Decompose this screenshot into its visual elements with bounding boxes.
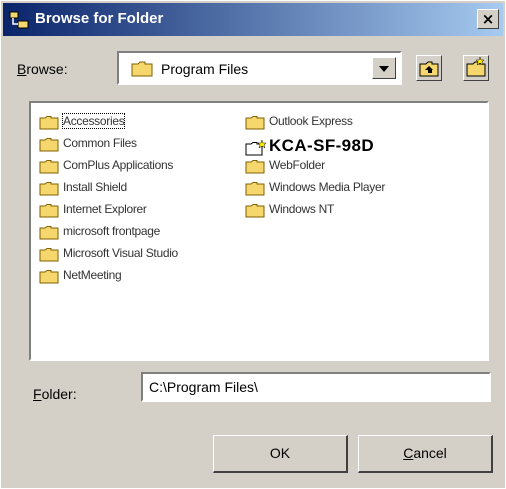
folder-icon [39, 138, 59, 155]
browse-label: Browse: [17, 61, 68, 77]
folder-icon [39, 182, 59, 199]
folder-icon [39, 248, 59, 265]
folder-icon [39, 204, 59, 221]
folder-path-input[interactable]: C:\Program Files\ [141, 372, 491, 402]
new-folder-button[interactable] [463, 55, 489, 81]
cancel-button[interactable]: Cancel [358, 435, 493, 473]
folder-icon [39, 270, 59, 287]
folder-label: Folder: [33, 386, 77, 402]
folder-icon [39, 160, 59, 177]
folder-icon [39, 226, 59, 243]
chevron-down-icon [379, 66, 389, 72]
ok-button[interactable]: OK [213, 435, 348, 473]
title-bar[interactable]: Browse for Folder × [3, 3, 503, 36]
new-folder-icon [466, 56, 486, 77]
browse-dropdown[interactable]: Program Files [117, 51, 402, 85]
window-title: Browse for Folder [35, 10, 164, 27]
folder-icon [245, 116, 265, 133]
folder-tree-icon [9, 10, 29, 30]
folder-icon [245, 204, 265, 221]
folder-icon [245, 160, 265, 177]
folder-icon [245, 182, 265, 199]
close-icon: × [481, 10, 495, 28]
folder-list[interactable]: Accessories Common Files ComPlus Applica… [29, 101, 489, 361]
folder-icon [39, 116, 59, 133]
new-folder-icon [245, 139, 267, 159]
close-button[interactable]: × [477, 9, 499, 29]
up-one-level-button[interactable] [416, 55, 442, 81]
folder-icon [131, 61, 153, 80]
dropdown-arrow-button[interactable] [372, 57, 396, 79]
folder-up-icon [419, 61, 439, 77]
browse-for-folder-dialog: Browse for Folder × Browse: Program File… [0, 0, 506, 489]
browse-selected-value: Program Files [161, 61, 249, 77]
